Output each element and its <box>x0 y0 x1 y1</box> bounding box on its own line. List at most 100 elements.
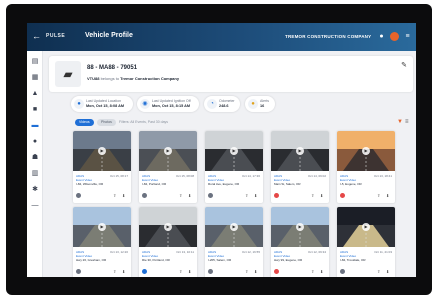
share-icon[interactable]: ⇪ <box>179 193 182 198</box>
share-icon[interactable]: ⇪ <box>245 193 248 198</box>
play-icon[interactable]: ▶ <box>164 223 172 231</box>
share-icon[interactable]: ⇪ <box>377 269 380 274</box>
top-bar: ← PULSE Vehicle Profile TREMOR CONSTRUCT… <box>27 23 416 51</box>
camera-icon[interactable]: ▬ <box>30 121 40 131</box>
video-card[interactable]: ▶ ADAS Oct 14, 17:36 Event Video Rural Ave, … <box>205 131 263 203</box>
download-icon[interactable]: ⬇ <box>320 269 323 274</box>
app-logo: PULSE <box>46 33 66 39</box>
event-location: Rte 30, Portland, OR <box>142 258 170 262</box>
share-icon[interactable]: ⇪ <box>179 269 182 274</box>
play-icon[interactable]: ▶ <box>164 147 172 155</box>
dashboard-icon[interactable]: ▤ <box>30 57 40 67</box>
media-filters: Videos Photos Filters: All Events, Past … <box>71 119 411 127</box>
video-card[interactable]: ▶ ADAS Oct 11, 21:03 Event Video I-84, Trout… <box>337 207 395 277</box>
video-thumbnail[interactable]: ▶ <box>73 131 131 171</box>
stat-label: Alerts <box>260 99 269 103</box>
event-time: Oct 15, 08:08 <box>175 174 194 178</box>
back-icon[interactable]: ← <box>32 31 41 42</box>
video-thumbnail[interactable]: ▶ <box>337 131 395 171</box>
stat-value: Mon, Oct 15, 8:08 AM <box>86 104 125 108</box>
settings-icon[interactable]: ✱ <box>30 185 40 195</box>
vehicle-name: 88 - MA88 - 79051 <box>87 65 138 71</box>
video-thumbnail[interactable]: ▶ <box>73 207 131 247</box>
menu-icon[interactable]: ≡ <box>403 32 412 41</box>
share-icon[interactable]: ⇪ <box>245 269 248 274</box>
grid-icon[interactable]: ▦ <box>30 73 40 83</box>
video-card[interactable]: ▶ ADAS Oct 12, 16:55 Event Video I-205, Sale… <box>205 207 263 277</box>
video-card[interactable]: ▶ ADAS Oct 12, 09:34 Event Video Hwy 99, Eug… <box>271 207 329 277</box>
play-icon[interactable]: ▶ <box>230 147 238 155</box>
video-card[interactable]: ▶ ADAS Oct 13, 18:41 Event Video I-5, Eugene… <box>337 131 395 203</box>
stat-value: 16 <box>260 104 265 108</box>
play-icon[interactable]: ▶ <box>296 223 304 231</box>
avatar[interactable] <box>390 32 399 41</box>
edit-icon[interactable]: ✎ <box>401 61 407 69</box>
download-icon[interactable]: ⬇ <box>320 193 323 198</box>
users-icon[interactable]: ☗ <box>30 153 40 163</box>
play-icon[interactable]: ▶ <box>362 147 370 155</box>
filter-summary[interactable]: Filters: All Events, Past 30 days <box>119 120 168 124</box>
status-badge <box>76 269 81 274</box>
video-thumbnail[interactable]: ▶ <box>139 131 197 171</box>
vehicle-company[interactable]: Tremor Construction Company <box>120 76 179 81</box>
video-card[interactable]: ▶ ADAS Oct 15, 08:17 Event Video I-84, Wilso… <box>73 131 131 203</box>
video-card[interactable]: ▶ ADAS Oct 15, 08:08 Event Video I-84, Portl… <box>139 131 197 203</box>
download-icon[interactable]: ⬇ <box>254 269 257 274</box>
video-thumbnail[interactable]: ▶ <box>139 207 197 247</box>
share-icon[interactable]: ⇪ <box>113 269 116 274</box>
company-name[interactable]: TREMOR CONSTRUCTION COMPANY <box>285 34 371 39</box>
vehicle-subtitle: VTU88 belongs to Tremor Construction Com… <box>87 76 179 81</box>
share-icon[interactable]: ⇪ <box>311 269 314 274</box>
stat-alerts: ● Alerts 16 <box>245 96 275 112</box>
video-card[interactable]: ▶ ADAS Oct 14, 09:02 Event Video Main St, Sa… <box>271 131 329 203</box>
download-icon[interactable]: ⬇ <box>188 269 191 274</box>
event-location: I-205, Salem, OR <box>208 258 232 262</box>
video-thumbnail[interactable]: ▶ <box>205 207 263 247</box>
device-frame: ← PULSE Vehicle Profile TREMOR CONSTRUCT… <box>6 4 432 295</box>
event-time: Oct 13, 18:41 <box>373 174 392 178</box>
event-location: I-84, Troutdale, OR <box>340 258 366 262</box>
video-card[interactable]: ▶ ADAS Oct 13, 12:20 Event Video Hwy 26, Gre… <box>73 207 131 277</box>
location-icon: ● <box>74 99 84 109</box>
download-icon[interactable]: ⬇ <box>254 193 257 198</box>
media-grid: ▶ ADAS Oct 15, 08:17 Event Video I-84, Wilso… <box>71 129 411 277</box>
play-icon[interactable]: ▶ <box>230 223 238 231</box>
more-icon[interactable]: — <box>30 201 40 211</box>
play-icon[interactable]: ▶ <box>362 223 370 231</box>
alert-icon[interactable]: ▲ <box>30 89 40 99</box>
location-icon[interactable]: ● <box>30 137 40 147</box>
event-time: Oct 12, 09:34 <box>307 250 326 254</box>
share-icon[interactable]: ⇪ <box>113 193 116 198</box>
video-card[interactable]: ▶ ADAS Oct 13, 10:11 Event Video Rte 30, Por… <box>139 207 197 277</box>
status-badge <box>208 269 213 274</box>
stat-odometer: ◔ Odometer 248.6 <box>204 96 240 112</box>
filter-icon[interactable]: ▼ <box>397 119 403 125</box>
play-icon[interactable]: ▶ <box>296 147 304 155</box>
power-icon: ◉ <box>140 99 150 109</box>
share-icon[interactable]: ⇪ <box>311 193 314 198</box>
vehicle-relation: belongs to <box>100 76 120 81</box>
download-icon[interactable]: ⬇ <box>188 193 191 198</box>
download-icon[interactable]: ⬇ <box>386 269 389 274</box>
event-time: Oct 13, 12:20 <box>109 250 128 254</box>
download-icon[interactable]: ⬇ <box>386 193 389 198</box>
download-icon[interactable]: ⬇ <box>122 269 125 274</box>
status-badge <box>208 193 213 198</box>
tab-videos[interactable]: Videos <box>75 119 94 126</box>
tab-photos[interactable]: Photos <box>97 119 116 126</box>
status-badge <box>274 193 279 198</box>
video-thumbnail[interactable]: ▶ <box>271 207 329 247</box>
play-icon[interactable]: ▶ <box>98 147 106 155</box>
truck-icon[interactable]: ■ <box>30 105 40 115</box>
play-icon[interactable]: ▶ <box>98 223 106 231</box>
vehicle-stats: ● Last Updated Location Mon, Oct 15, 8:0… <box>71 96 411 114</box>
sort-icon[interactable]: ≡ <box>405 119 409 125</box>
video-thumbnail[interactable]: ▶ <box>271 131 329 171</box>
video-thumbnail[interactable]: ▶ <box>205 131 263 171</box>
notification-icon[interactable]: ● <box>377 32 386 41</box>
video-thumbnail[interactable]: ▶ <box>337 207 395 247</box>
reports-icon[interactable]: ▥ <box>30 169 40 179</box>
share-icon[interactable]: ⇪ <box>377 193 380 198</box>
download-icon[interactable]: ⬇ <box>122 193 125 198</box>
stat-ignition: ◉ Last Updated Ignition Off Mon, Oct 15,… <box>137 96 199 112</box>
